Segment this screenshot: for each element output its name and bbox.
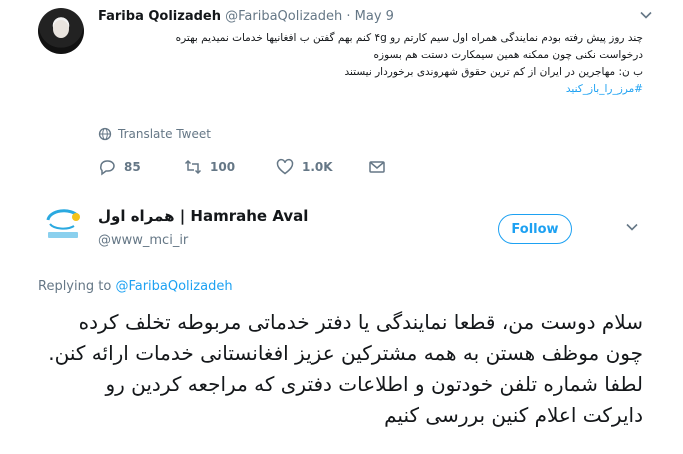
separator: · xyxy=(346,9,351,24)
reply-count: 85 xyxy=(124,160,141,174)
replying-to: Replying to @FaribaQolizadeh xyxy=(38,279,233,294)
hashtag-link[interactable]: #مرز_را_باز_کنید xyxy=(98,81,643,98)
chevron-down-icon[interactable] xyxy=(625,220,639,234)
tweet-text-line: درخواست نکنی چون ممکنه همین سیمکارت دستت… xyxy=(373,49,643,61)
retweet-icon xyxy=(184,159,202,175)
follow-button[interactable]: Follow xyxy=(498,214,572,244)
retweet-count: 100 xyxy=(210,160,236,174)
tweet-text: چند روز پیش رفته بودم نمایندگی همراه اول… xyxy=(98,30,643,98)
author-name[interactable]: Fariba Qolizadeh xyxy=(98,9,221,24)
author-handle[interactable]: @www_mci_ir xyxy=(98,233,188,248)
author-name[interactable]: همراه اول | Hamrahe Aval xyxy=(98,207,308,225)
author-avatar[interactable] xyxy=(38,8,84,54)
hamrahe-aval-logo[interactable] xyxy=(40,198,86,244)
tweet-date[interactable]: May 9 xyxy=(355,9,394,24)
parent-tweet: Fariba Qolizadeh @FaribaQolizadeh · May … xyxy=(0,0,683,190)
like-button[interactable]: 1.0K xyxy=(276,158,333,176)
heart-icon xyxy=(276,158,294,175)
tweet-header: Fariba Qolizadeh @FaribaQolizadeh · May … xyxy=(98,9,394,24)
replying-handle-link[interactable]: @FaribaQolizadeh xyxy=(115,279,232,294)
reply-button[interactable]: 85 xyxy=(98,158,141,176)
retweet-button[interactable]: 100 xyxy=(184,158,235,176)
author-handle[interactable]: @FaribaQolizadeh xyxy=(225,9,342,24)
tweet-text-line: چند روز پیش رفته بودم نمایندگی همراه اول… xyxy=(175,32,643,44)
chevron-down-icon[interactable] xyxy=(639,8,653,22)
envelope-icon xyxy=(369,161,385,173)
tweet-text-line: ب ن: مهاجرین در ایران از کم ترین حقوق شه… xyxy=(344,66,643,78)
reply-tweet: همراه اول | Hamrahe Aval @www_mci_ir Fol… xyxy=(0,198,683,454)
translate-label: Translate Tweet xyxy=(118,127,211,141)
translate-tweet-link[interactable]: Translate Tweet xyxy=(98,127,211,141)
replying-prefix: Replying to xyxy=(38,279,112,294)
reply-icon xyxy=(100,160,115,176)
direct-message-button[interactable] xyxy=(368,158,386,176)
tweet-text: سلام دوست من، قطعا نمایندگی یا دفتر خدما… xyxy=(48,310,643,427)
like-count: 1.0K xyxy=(302,160,333,174)
globe-icon xyxy=(98,127,112,141)
